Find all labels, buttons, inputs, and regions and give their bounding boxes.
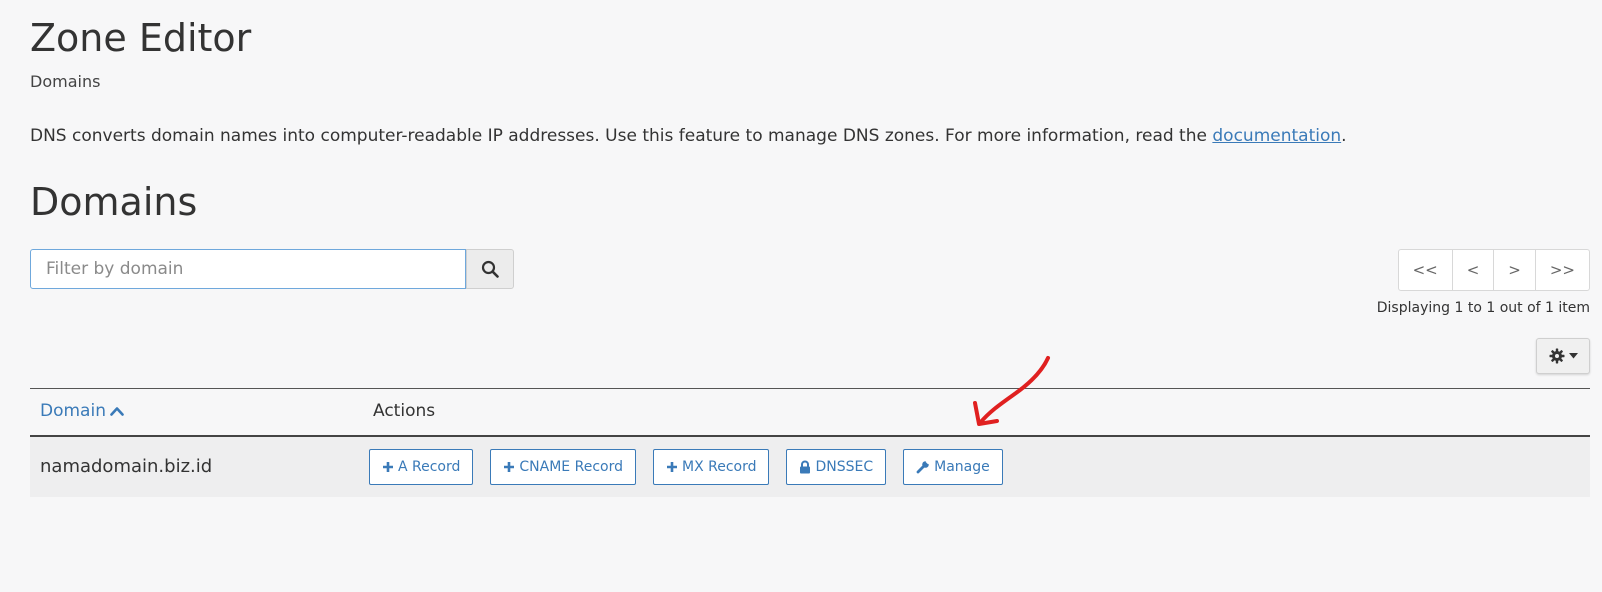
breadcrumb: Domains xyxy=(30,72,101,91)
add-cname-record-button[interactable]: CNAME Record xyxy=(490,449,636,485)
last-page-button[interactable]: >> xyxy=(1534,250,1589,290)
plus-icon xyxy=(382,461,394,473)
table-header: Domain Actions xyxy=(30,388,1590,437)
dnssec-label: DNSSEC xyxy=(815,459,874,475)
description-suffix: . xyxy=(1341,126,1347,146)
table-settings-button[interactable] xyxy=(1536,338,1590,374)
plus-icon xyxy=(503,461,515,473)
documentation-link[interactable]: documentation xyxy=(1212,126,1341,146)
add-mx-record-label: MX Record xyxy=(681,459,757,475)
manage-button[interactable]: Manage xyxy=(903,449,1003,485)
pagination: << < > >> xyxy=(1397,249,1590,291)
wrench-icon xyxy=(916,460,930,474)
search-input[interactable] xyxy=(30,249,466,289)
next-page-button[interactable]: > xyxy=(1493,250,1535,290)
search-button[interactable] xyxy=(466,249,514,289)
dnssec-button[interactable]: DNSSEC xyxy=(786,449,887,485)
add-a-record-label: A Record xyxy=(398,459,461,475)
manage-label: Manage xyxy=(934,459,990,475)
caret-down-icon xyxy=(1568,353,1578,359)
search-icon xyxy=(481,260,499,278)
page-title: Zone Editor xyxy=(30,16,252,60)
column-header-actions: Actions xyxy=(373,401,436,421)
add-a-record-button[interactable]: A Record xyxy=(369,449,474,485)
column-header-domain[interactable]: Domain xyxy=(40,401,124,421)
domains-table: Domain Actions namadomain.biz.id A Recor… xyxy=(30,388,1590,497)
lock-icon xyxy=(799,460,811,474)
add-cname-record-label: CNAME Record xyxy=(519,459,623,475)
prev-page-button[interactable]: < xyxy=(1451,250,1494,290)
domain-cell: namadomain.biz.id xyxy=(40,456,213,477)
section-title: Domains xyxy=(30,180,198,224)
results-summary: Displaying 1 to 1 out of 1 item xyxy=(1376,300,1590,316)
page-description: DNS converts domain names into computer-… xyxy=(30,126,1347,146)
description-text: DNS converts domain names into computer-… xyxy=(30,126,1213,146)
column-header-domain-label: Domain xyxy=(40,401,106,421)
row-actions: A Record CNAME Record MX Record DNSSEC M… xyxy=(369,449,1003,485)
plus-icon xyxy=(666,461,678,473)
add-mx-record-button[interactable]: MX Record xyxy=(652,449,770,485)
sort-ascending-icon xyxy=(110,406,124,416)
table-row: namadomain.biz.id A Record CNAME Record xyxy=(30,437,1590,497)
gear-icon xyxy=(1549,348,1565,364)
first-page-button[interactable]: << xyxy=(1399,250,1452,290)
